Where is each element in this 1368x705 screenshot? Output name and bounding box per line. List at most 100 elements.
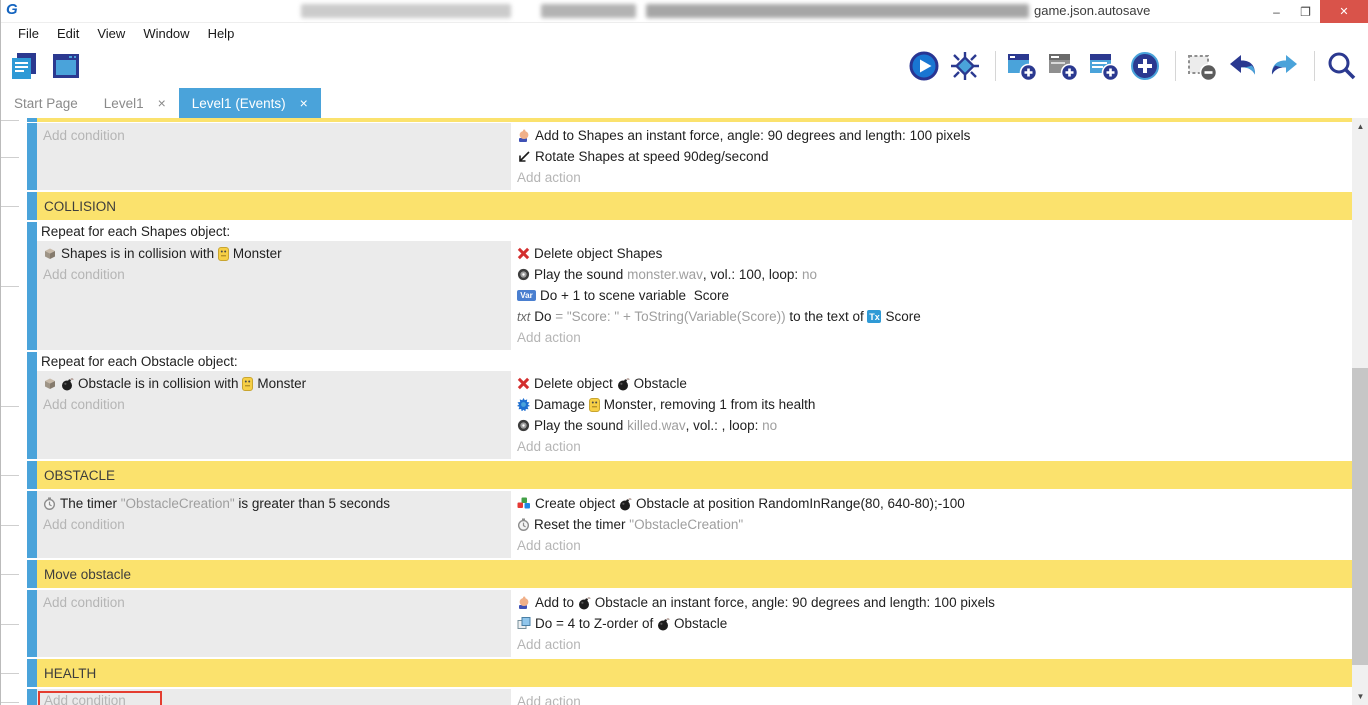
event-repeat-header-label: Repeat for each Shapes object: bbox=[41, 224, 230, 239]
event-selection-bar[interactable] bbox=[27, 659, 37, 687]
event-selection-bar[interactable] bbox=[27, 192, 37, 220]
tab-close-icon[interactable]: × bbox=[158, 95, 166, 111]
app-logo-icon: G bbox=[6, 1, 18, 18]
add-event-button[interactable] bbox=[1007, 49, 1041, 83]
menu-help[interactable]: Help bbox=[199, 23, 244, 44]
event-selection-bar[interactable] bbox=[27, 461, 37, 489]
add-condition[interactable]: Add condition bbox=[37, 394, 511, 415]
scene-window-button[interactable] bbox=[51, 49, 85, 83]
action-line[interactable]: Rotate Shapes at speed 90deg/second bbox=[511, 146, 1352, 167]
gutter bbox=[1, 560, 27, 588]
remove-event-button[interactable] bbox=[1187, 49, 1221, 83]
action-line[interactable]: Add to Shapes an instant force, angle: 9… bbox=[511, 125, 1352, 146]
event-repeat-header[interactable]: Repeat for each Shapes object: bbox=[37, 222, 1352, 241]
actions-column: Delete object ObstacleDamage Monster, re… bbox=[511, 371, 1352, 459]
action-line[interactable]: Damage Monster, removing 1 from its heal… bbox=[511, 394, 1352, 415]
text-object-icon: Tx bbox=[867, 310, 881, 323]
event-selection-bar[interactable] bbox=[27, 590, 37, 657]
conditions-column: The timer "ObstacleCreation" is greater … bbox=[37, 491, 511, 558]
tab-level1-events-[interactable]: Level1 (Events) × bbox=[179, 88, 321, 118]
event-selection-bar[interactable] bbox=[27, 491, 37, 558]
comment-block[interactable]: Move obstacle bbox=[37, 560, 1352, 588]
text-segment: 100 bbox=[934, 595, 957, 610]
text-segment: Add action bbox=[517, 694, 581, 705]
comment-block[interactable]: HEALTH bbox=[37, 659, 1352, 687]
vertical-scrollbar[interactable]: ▲ ▼ bbox=[1352, 118, 1368, 705]
menu-file[interactable]: File bbox=[9, 23, 48, 44]
add-condition[interactable]: Add condition bbox=[37, 592, 511, 613]
action-line[interactable]: Reset the timer "ObstacleCreation" bbox=[511, 514, 1352, 535]
toolbar-left-group bbox=[9, 49, 85, 83]
text-segment: from its health bbox=[727, 397, 816, 412]
scrollbar-thumb[interactable] bbox=[1352, 368, 1368, 665]
event-content: OBSTACLE bbox=[37, 461, 1352, 489]
minimize-button[interactable]: – bbox=[1262, 0, 1291, 23]
add-condition[interactable]: Add condition bbox=[37, 125, 511, 146]
add-action[interactable]: Add action bbox=[511, 167, 1352, 188]
condition-line[interactable]: The timer "ObstacleCreation" is greater … bbox=[37, 493, 511, 514]
text-segment: at speed bbox=[624, 149, 683, 164]
play-button[interactable] bbox=[909, 49, 943, 83]
add-action[interactable]: Add action bbox=[511, 436, 1352, 457]
action-line[interactable]: Delete object Obstacle bbox=[511, 373, 1352, 394]
fold-tick bbox=[1, 120, 19, 121]
tab-label: Level1 (Events) bbox=[192, 96, 286, 111]
add-condition[interactable]: Add condition bbox=[37, 264, 511, 285]
debug-button[interactable] bbox=[950, 49, 984, 83]
tab-level1[interactable]: Level1× bbox=[91, 88, 179, 118]
add-comment-button[interactable] bbox=[1048, 49, 1082, 83]
condition-line[interactable]: Shapes is in collision with Monster bbox=[37, 243, 511, 264]
comment-block[interactable]: OBSTACLE bbox=[37, 461, 1352, 489]
event-row: Repeat for each Shapes object: Shapes is … bbox=[1, 222, 1352, 350]
tab-close-icon[interactable]: × bbox=[300, 95, 308, 111]
event-body: Shapes is in collision with MonsterAdd c… bbox=[37, 241, 1352, 350]
add-condition[interactable]: Add condition bbox=[37, 514, 511, 535]
event-selection-bar[interactable] bbox=[27, 123, 37, 190]
action-line[interactable]: Play the sound monster.wav, vol.: 100, l… bbox=[511, 264, 1352, 285]
comment-block[interactable]: COLLISION bbox=[37, 192, 1352, 220]
add-action[interactable]: Add action bbox=[511, 327, 1352, 348]
action-line[interactable]: Add to Obstacle an instant force, angle:… bbox=[511, 592, 1352, 613]
add-circle-button[interactable] bbox=[1130, 49, 1164, 83]
undo-icon bbox=[1227, 50, 1259, 82]
action-line[interactable]: Delete object Shapes bbox=[511, 243, 1352, 264]
add-action[interactable]: Add action bbox=[511, 691, 1352, 705]
text-segment: Damage bbox=[534, 397, 589, 412]
event-selection-bar[interactable] bbox=[27, 352, 37, 459]
maximize-button[interactable]: ❐ bbox=[1291, 0, 1320, 23]
event-selection-bar[interactable] bbox=[27, 222, 37, 350]
action-line[interactable]: Do = 4 to Z-order of Obstacle bbox=[511, 613, 1352, 634]
search-button[interactable] bbox=[1326, 49, 1360, 83]
event-selection-bar[interactable] bbox=[27, 689, 37, 705]
condition-line[interactable]: Obstacle is in collision with Monster bbox=[37, 373, 511, 394]
add-action[interactable]: Add action bbox=[511, 535, 1352, 556]
redo-button[interactable] bbox=[1269, 49, 1303, 83]
scroll-down-arrow[interactable]: ▼ bbox=[1352, 688, 1368, 705]
title-bar: G game.json.autosave –❐✕ bbox=[1, 0, 1368, 23]
text-segment: Add condition bbox=[43, 397, 125, 412]
debug-icon bbox=[949, 50, 981, 82]
event-selection-bar[interactable] bbox=[27, 560, 37, 588]
event-content: Add conditionAdd to Shapes an instant fo… bbox=[37, 123, 1352, 190]
action-line[interactable]: txtDo = "Score: " + ToString(Variable(Sc… bbox=[511, 306, 1352, 327]
menu-window[interactable]: Window bbox=[134, 23, 198, 44]
close-button[interactable]: ✕ bbox=[1320, 0, 1368, 23]
action-line[interactable]: VarDo + 1 to scene variable Score bbox=[511, 285, 1352, 306]
gutter bbox=[1, 192, 27, 220]
add-action[interactable]: Add action bbox=[511, 634, 1352, 655]
fold-tick bbox=[1, 574, 19, 575]
scroll-up-arrow[interactable]: ▲ bbox=[1352, 118, 1368, 135]
colbox-icon bbox=[43, 377, 57, 390]
action-line[interactable]: Create object Obstacle at position Rando… bbox=[511, 493, 1352, 514]
tab-start-page[interactable]: Start Page bbox=[1, 88, 91, 118]
event-repeat-header[interactable]: Repeat for each Obstacle object: bbox=[37, 352, 1352, 371]
project-manager-button[interactable] bbox=[9, 49, 43, 83]
event-selection-bar[interactable] bbox=[27, 118, 37, 122]
menu-edit[interactable]: Edit bbox=[48, 23, 88, 44]
undo-button[interactable] bbox=[1228, 49, 1262, 83]
add-condition[interactable]: Add condition bbox=[37, 691, 511, 705]
add-subevent-button[interactable] bbox=[1089, 49, 1123, 83]
toolbar bbox=[1, 44, 1368, 88]
action-line[interactable]: Play the sound killed.wav, vol.: , loop:… bbox=[511, 415, 1352, 436]
menu-view[interactable]: View bbox=[88, 23, 134, 44]
